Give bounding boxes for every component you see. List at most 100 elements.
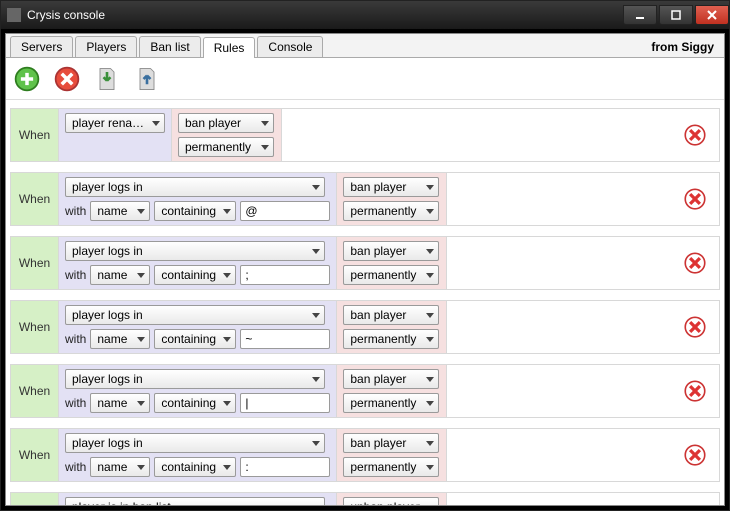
filter-field-select[interactable]: name (90, 457, 150, 477)
toolbar (6, 58, 724, 100)
action-select[interactable]: unban player (343, 497, 439, 505)
credit-label: from Siggy (645, 37, 720, 57)
event-select[interactable]: player logs in (65, 177, 325, 197)
action-block: ban player permanently (337, 301, 447, 353)
action-select[interactable]: ban player (343, 305, 439, 325)
tab-players[interactable]: Players (75, 36, 137, 57)
tab-rules[interactable]: Rules (203, 37, 256, 58)
rule-row: Whenplayer logs inwithnamecontainingban … (10, 428, 720, 482)
when-label: When (11, 365, 59, 417)
filter-value-input[interactable] (240, 265, 330, 285)
action-block: ban player permanently (337, 429, 447, 481)
action-select[interactable]: ban player (343, 177, 439, 197)
condition-block: player logs in with namecontaining (59, 173, 337, 225)
client-area: ServersPlayersBan listRulesConsole from S… (5, 33, 725, 506)
filter-value-input[interactable] (240, 201, 330, 221)
rule-row: When player logs in with namecontaining ban … (10, 300, 720, 354)
event-select[interactable]: player logs in (65, 241, 325, 261)
filter-op-select[interactable]: containing (154, 393, 236, 413)
chevron-down-icon (426, 209, 434, 214)
action-duration-select[interactable]: permanently (343, 201, 439, 221)
action-duration-select[interactable]: permanently (178, 137, 274, 157)
when-label: When (11, 493, 59, 505)
event-select[interactable]: player renames (65, 113, 165, 133)
chevron-down-icon (312, 185, 320, 190)
event-select[interactable]: player logs in (65, 305, 325, 325)
action-select[interactable]: ban player (343, 369, 439, 389)
filter-op-select[interactable]: containing (154, 457, 236, 477)
delete-rule-button[interactable] (671, 493, 719, 505)
chevron-down-icon (426, 441, 434, 446)
chevron-down-icon (223, 209, 231, 214)
window-title: Crysis console (27, 8, 621, 22)
filter-value-input[interactable] (240, 393, 330, 413)
condition-block: player logs in with namecontaining (59, 301, 337, 353)
filter-field-select[interactable]: name (90, 329, 150, 349)
chevron-down-icon (426, 249, 434, 254)
when-label: When (11, 301, 59, 353)
import-rules-button[interactable] (92, 64, 122, 94)
chevron-down-icon (312, 313, 320, 318)
add-rule-button[interactable] (12, 64, 42, 94)
rule-row: Whenplayer is in ban listwithnameequal t… (10, 492, 720, 505)
maximize-button[interactable] (659, 5, 693, 25)
filter-op-select[interactable]: containing (154, 201, 236, 221)
action-duration-select[interactable]: permanently (343, 393, 439, 413)
chevron-down-icon (137, 337, 145, 342)
when-label: When (11, 173, 59, 225)
event-select[interactable]: player is in ban list (65, 497, 325, 505)
event-select[interactable]: player logs in (65, 369, 325, 389)
tab-console[interactable]: Console (257, 36, 323, 57)
tab-bar: ServersPlayersBan listRulesConsole from S… (6, 34, 724, 58)
condition-block: player logs inwithnamecontaining (59, 429, 337, 481)
chevron-down-icon (223, 401, 231, 406)
chevron-down-icon (223, 273, 231, 278)
delete-rule-button[interactable] (671, 237, 719, 289)
when-label: When (11, 429, 59, 481)
filter-op-select[interactable]: containing (154, 329, 236, 349)
action-duration-select[interactable]: permanently (343, 329, 439, 349)
rule-row: When player renames ban player permanently (10, 108, 720, 162)
action-select[interactable]: ban player (343, 241, 439, 261)
action-block: ban player permanently (337, 173, 447, 225)
rule-row: When player logs in with namecontaining ban … (10, 172, 720, 226)
chevron-down-icon (426, 377, 434, 382)
chevron-down-icon (426, 313, 434, 318)
with-label: with (65, 204, 86, 218)
delete-rule-button[interactable] (671, 173, 719, 225)
action-duration-select[interactable]: permanently (343, 265, 439, 285)
export-rules-button[interactable] (132, 64, 162, 94)
delete-rule-button[interactable] (671, 429, 719, 481)
filter-field-select[interactable]: name (90, 393, 150, 413)
close-button[interactable] (695, 5, 729, 25)
chevron-down-icon (312, 377, 320, 382)
when-label: When (11, 109, 59, 161)
action-select[interactable]: ban player (178, 113, 274, 133)
chevron-down-icon (223, 465, 231, 470)
condition-block: player is in ban listwithnameequal to (59, 493, 337, 505)
action-block: unban player (337, 493, 447, 505)
chevron-down-icon (137, 209, 145, 214)
filter-op-select[interactable]: containing (154, 265, 236, 285)
with-label: with (65, 332, 86, 346)
action-block: ban player permanently (337, 237, 447, 289)
delete-rule-button[interactable] (52, 64, 82, 94)
chevron-down-icon (426, 273, 434, 278)
delete-rule-button[interactable] (671, 301, 719, 353)
action-block: ban player permanently (337, 365, 447, 417)
action-duration-select[interactable]: permanently (343, 457, 439, 477)
minimize-button[interactable] (623, 5, 657, 25)
delete-rule-button[interactable] (671, 365, 719, 417)
delete-rule-button[interactable] (671, 109, 719, 161)
condition-block: player renames (59, 109, 172, 161)
filter-value-input[interactable] (240, 329, 330, 349)
filter-value-input[interactable] (240, 457, 330, 477)
tab-ban-list[interactable]: Ban list (139, 36, 200, 57)
chevron-down-icon (426, 401, 434, 406)
filter-field-select[interactable]: name (90, 201, 150, 221)
titlebar: Crysis console (1, 1, 729, 29)
filter-field-select[interactable]: name (90, 265, 150, 285)
tab-servers[interactable]: Servers (10, 36, 73, 57)
event-select[interactable]: player logs in (65, 433, 325, 453)
action-select[interactable]: ban player (343, 433, 439, 453)
